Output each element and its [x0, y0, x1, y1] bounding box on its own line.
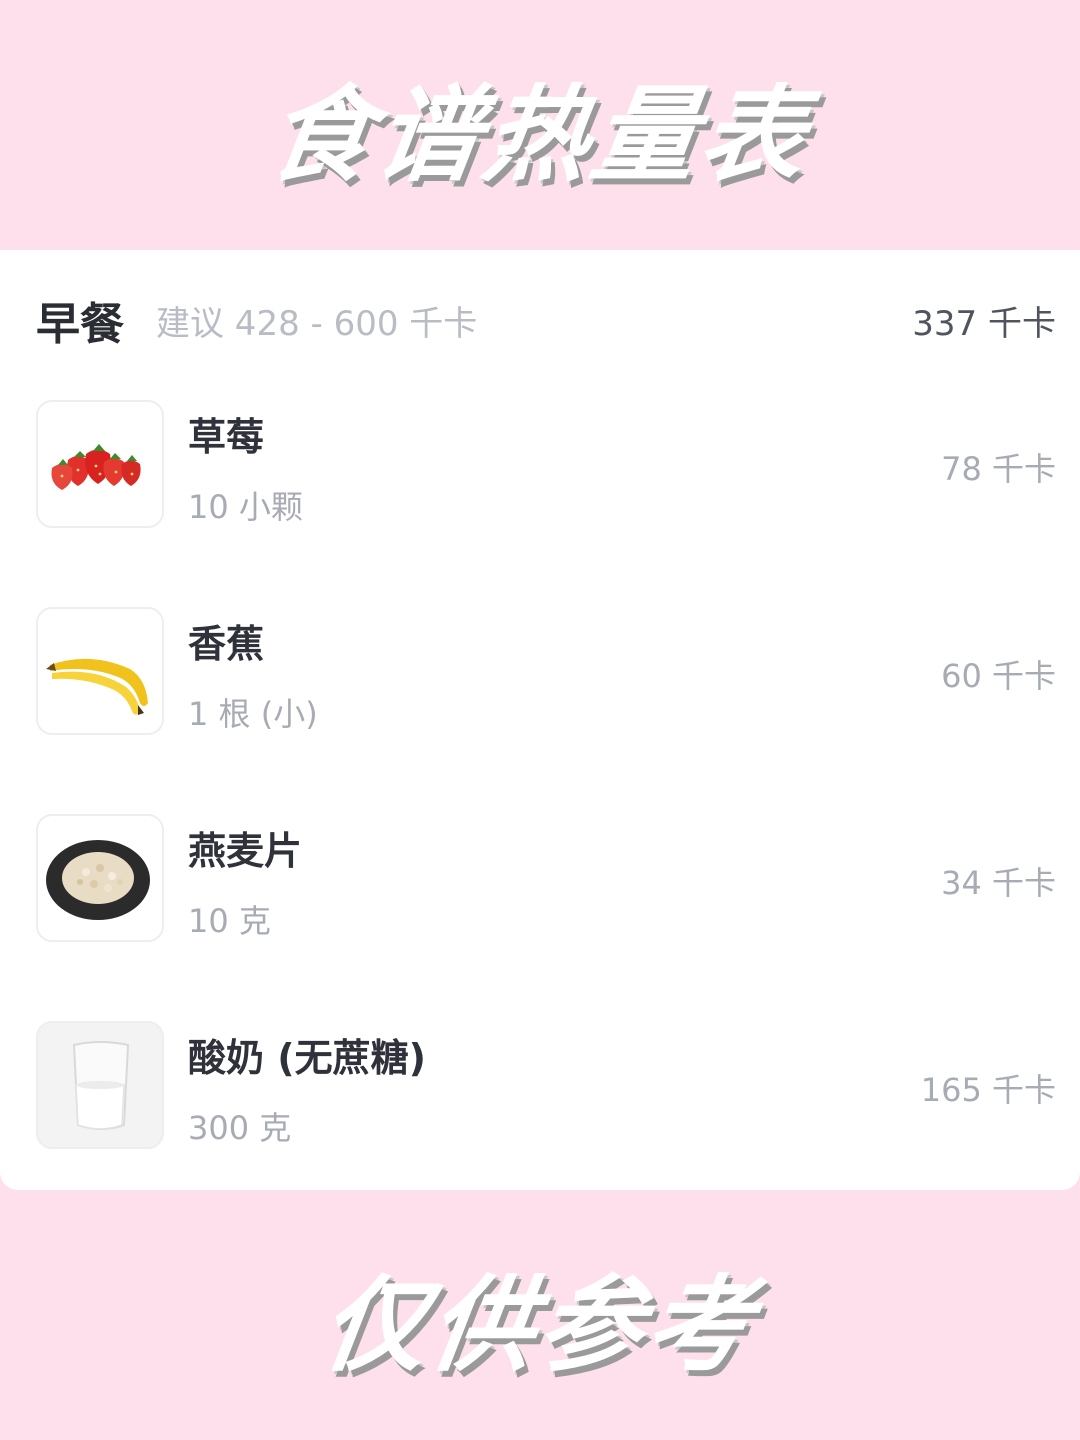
food-item-oats[interactable]: 燕麦片 10 克 34 千卡: [36, 814, 1056, 1021]
food-list: 草莓 10 小颗 78 千卡 香蕉 1 根 (小) 60 千卡 燕麦片 10 克…: [36, 400, 1056, 1228]
meal-header: 早餐 建议 428 - 600 千卡 337 千卡: [36, 290, 1056, 350]
meal-total-kcal: 337 千卡: [912, 303, 1056, 344]
yogurt-icon: [36, 1021, 164, 1149]
banana-icon: [36, 607, 164, 735]
title-banner: 食谱热量表: [0, 0, 1080, 250]
food-kcal: 78 千卡: [941, 450, 1056, 488]
food-item-strawberry[interactable]: 草莓 10 小颗 78 千卡: [36, 400, 1056, 607]
footer-note: 仅供参考: [314, 1263, 764, 1386]
food-name: 酸奶 (无蔗糖): [188, 1036, 426, 1080]
food-name: 燕麦片: [188, 829, 303, 873]
strawberry-icon: [36, 400, 164, 528]
food-amount: 10 克: [188, 902, 271, 940]
footer-banner: 仅供参考: [0, 1190, 1080, 1440]
food-item-banana[interactable]: 香蕉 1 根 (小) 60 千卡: [36, 607, 1056, 814]
food-kcal: 34 千卡: [941, 864, 1056, 902]
food-kcal: 60 千卡: [941, 657, 1056, 695]
food-amount: 300 克: [188, 1109, 292, 1147]
food-amount: 10 小颗: [188, 488, 303, 526]
meal-name: 早餐: [36, 299, 124, 350]
meal-card: 早餐 建议 428 - 600 千卡 337 千卡 草莓 10 小颗 78 千卡…: [0, 250, 1080, 1190]
food-amount: 1 根 (小): [188, 695, 318, 733]
food-name: 草莓: [188, 415, 265, 459]
oats-icon: [36, 814, 164, 942]
meal-suggestion: 建议 428 - 600 千卡: [156, 303, 478, 344]
page-title: 食谱热量表: [260, 73, 818, 196]
food-kcal: 165 千卡: [920, 1071, 1056, 1109]
food-name: 香蕉: [188, 622, 265, 666]
